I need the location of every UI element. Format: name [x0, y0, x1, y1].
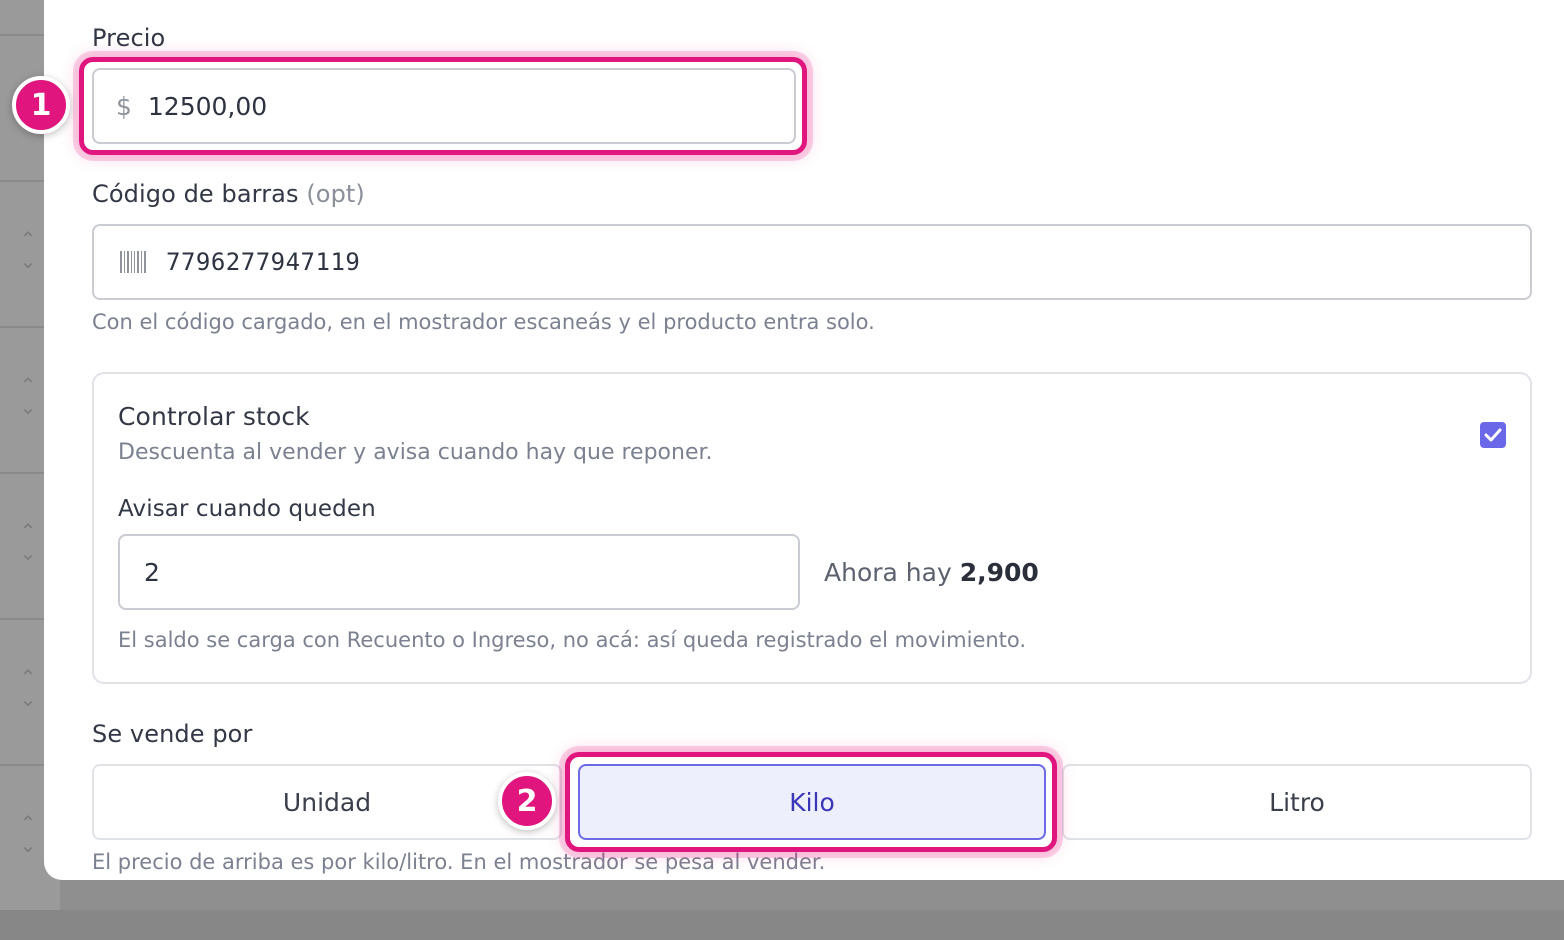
background-sort-icon: ⌃ ⌄ [19, 811, 37, 857]
barcode-label: Código de barras (opt) [92, 180, 365, 208]
step-badge-2: 2 [498, 772, 556, 830]
background-sort-icon: ⌃ ⌄ [19, 519, 37, 565]
current-stock: Ahora hay 2,900 [824, 558, 1039, 587]
sold-by-option-litro[interactable]: Litro [1062, 764, 1532, 840]
barcode-value: 7796277947119 [166, 248, 361, 276]
background-divider [0, 472, 44, 474]
sold-by-option-kilo[interactable]: Kilo [578, 764, 1046, 840]
stock-checkbox[interactable] [1480, 422, 1506, 448]
stock-control-card: Controlar stock Descuenta al vender y av… [92, 372, 1532, 684]
background-divider [0, 180, 44, 182]
background-footer [0, 910, 1564, 940]
background-sort-icon: ⌃ ⌄ [19, 665, 37, 711]
checkmark-icon [1484, 428, 1502, 442]
step-badge-1: 1 [12, 76, 70, 134]
background-sort-icon: ⌃ ⌄ [19, 373, 37, 419]
background-divider [0, 618, 44, 620]
barcode-input[interactable]: 7796277947119 [92, 224, 1532, 300]
price-value: 12500,00 [147, 91, 268, 121]
barcode-icon [120, 250, 146, 274]
stock-help-text: El saldo se carga con Recuento o Ingreso… [118, 628, 1027, 652]
background-sort-icon: ⌃ ⌄ [19, 227, 37, 273]
sold-by-help-text: El precio de arriba es por kilo/litro. E… [92, 850, 826, 874]
background-divider [0, 326, 44, 328]
stock-title: Controlar stock [118, 402, 310, 431]
barcode-help-text: Con el código cargado, en el mostrador e… [92, 310, 875, 334]
alert-threshold-input[interactable]: 2 [118, 534, 800, 610]
background-divider [0, 34, 44, 36]
stock-description: Descuenta al vender y avisa cuando hay q… [118, 440, 713, 465]
background-divider [0, 764, 44, 766]
price-input[interactable]: $ 12500,00 [92, 68, 796, 144]
product-edit-panel: Precio $ 12500,00 Código de barras (opt) [44, 0, 1564, 880]
price-label: Precio [92, 24, 166, 52]
currency-symbol: $ [116, 91, 132, 121]
alert-threshold-label: Avisar cuando queden [118, 496, 376, 522]
optional-tag: (opt) [306, 180, 365, 208]
alert-threshold-value: 2 [144, 557, 160, 587]
sold-by-option-unidad[interactable]: Unidad [92, 764, 562, 840]
sold-by-label: Se vende por [92, 720, 253, 748]
current-stock-value: 2,900 [959, 558, 1039, 587]
